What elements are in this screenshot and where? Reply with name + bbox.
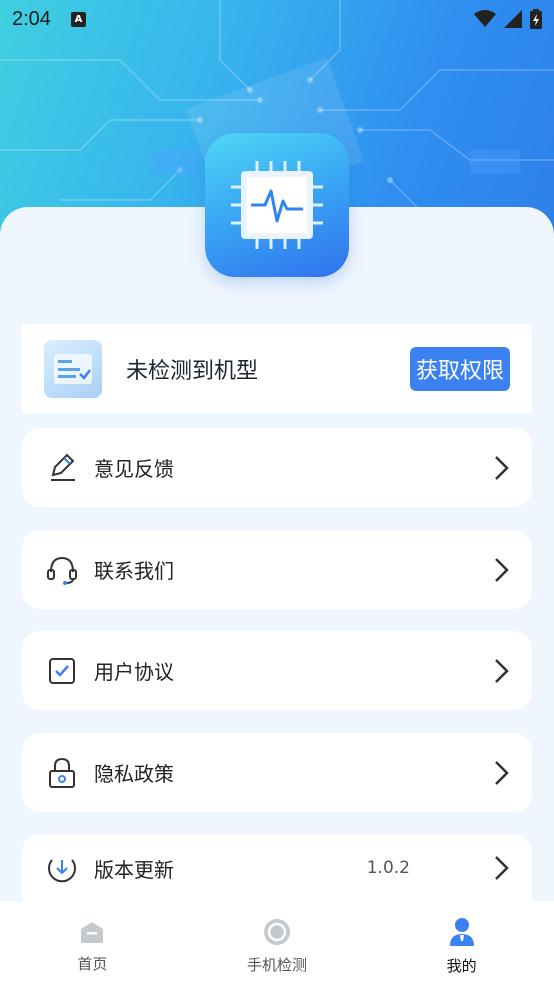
device-card-icon [44, 339, 102, 398]
menu-item-feedback[interactable]: 意见反馈 [22, 428, 532, 507]
battery-icon [530, 9, 542, 29]
menu-label: 联系我们 [94, 559, 174, 583]
chevron-right-icon [495, 760, 509, 785]
device-card: 未检测到机型 获取权限 [22, 324, 532, 413]
home-icon [81, 921, 104, 943]
status-bar: 2:04 A [0, 0, 554, 38]
tab-phone-check[interactable]: 手机检测 [185, 902, 370, 984]
menu-item-version-update[interactable]: 版本更新 1.0.2 [22, 834, 532, 902]
tab-home[interactable]: 首页 [0, 902, 185, 984]
gauge-icon [264, 918, 290, 945]
tab-label: 我的 [446, 956, 477, 975]
wifi-icon [474, 10, 496, 27]
user-icon [449, 917, 474, 946]
menu-item-user-agreement[interactable]: 用户协议 [22, 631, 532, 710]
chevron-right-icon [495, 455, 509, 480]
menu-label: 意见反馈 [94, 457, 174, 481]
pencil-icon [46, 452, 78, 484]
chevron-right-icon [495, 557, 509, 582]
signal-icon [504, 10, 522, 28]
menu-label: 隐私政策 [94, 762, 174, 786]
chevron-right-icon [495, 658, 509, 683]
lock-icon [46, 757, 78, 789]
headset-icon [46, 554, 78, 586]
download-icon [46, 852, 78, 884]
menu-item-contact-us[interactable]: 联系我们 [22, 530, 532, 609]
bottom-tab-bar: 首页 手机检测 我的 [0, 902, 554, 984]
tab-label: 首页 [77, 954, 108, 973]
tab-mine[interactable]: 我的 [369, 902, 554, 984]
get-permission-button[interactable]: 获取权限 [409, 346, 510, 391]
menu-label: 用户协议 [94, 660, 174, 684]
menu-label: 版本更新 [94, 857, 174, 882]
menu-item-privacy-policy[interactable]: 隐私政策 [22, 733, 532, 812]
notification-badge-icon: A [70, 11, 86, 27]
tab-label: 手机检测 [247, 955, 308, 974]
version-number: 1.0.2 [366, 858, 410, 878]
device-status-text: 未检测到机型 [126, 358, 259, 384]
chip-pulse-icon [231, 161, 323, 249]
chevron-right-icon [495, 856, 509, 880]
status-time: 2:04 [12, 7, 51, 30]
checkbox-icon [46, 655, 78, 687]
app-logo [205, 133, 349, 277]
